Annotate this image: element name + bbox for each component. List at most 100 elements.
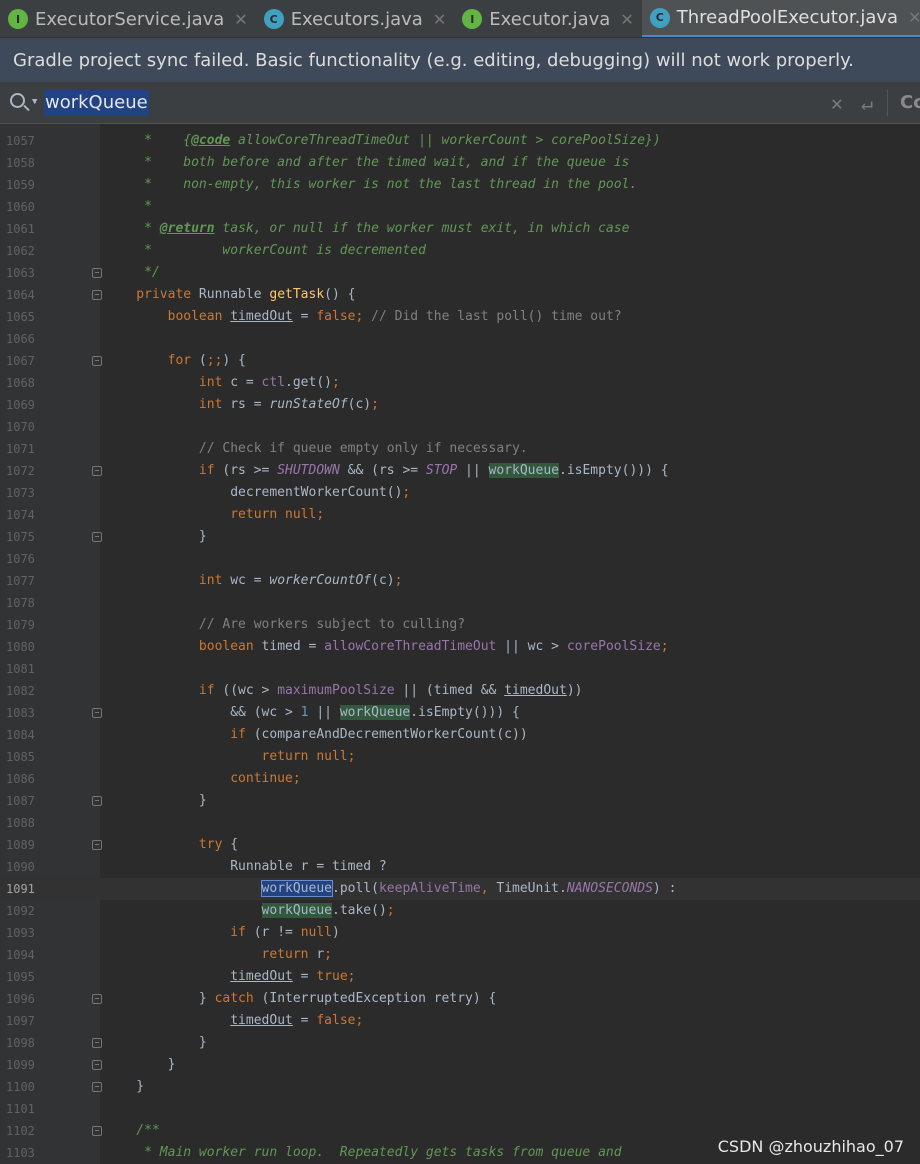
code-line[interactable]: 1088 [0,812,920,834]
code-line[interactable]: 1094 return r; [0,944,920,966]
code-text: } [105,1054,176,1076]
tab-executors[interactable]: C Executors.java ✕ [256,0,455,37]
fold-icon[interactable] [92,994,102,1004]
fold-icon[interactable] [92,356,102,366]
code-token: STOP [425,463,458,478]
code-line[interactable]: 1092 workQueue.take(); [0,900,920,922]
search-input[interactable]: workQueue [44,89,149,116]
code-token: runStateOf [269,397,348,412]
code-line[interactable]: 1079 // Are workers subject to culling? [0,614,920,636]
fold-icon[interactable] [92,708,102,718]
code-line[interactable]: 1057 * {@code allowCoreThreadTimeOut || … [0,130,920,152]
code-line[interactable]: 1063 */ [0,262,920,284]
code-line[interactable]: 1097 timedOut = false; [0,1010,920,1032]
code-token: /** [105,1123,160,1138]
code-text: boolean timedOut = false; // Did the las… [105,306,622,328]
code-line[interactable]: 1101 [0,1098,920,1120]
code-text: try { [105,834,238,856]
code-line[interactable]: 1091 workQueue.poll(keepAliveTime, TimeU… [0,878,920,900]
code-token: ; [332,375,340,390]
code-token: allowCoreThreadTimeOut [324,639,497,654]
tab-executorservice[interactable]: I ExecutorService.java ✕ [0,0,256,37]
code-line[interactable]: 1072 if (rs >= SHUTDOWN && (rs >= STOP |… [0,460,920,482]
code-token: )) [566,683,583,698]
code-line[interactable]: 1071 // Check if queue empty only if nec… [0,438,920,460]
close-tab-icon[interactable]: ✕ [908,8,920,27]
code-line[interactable]: 1067 for (;;) { [0,350,920,372]
fold-icon[interactable] [92,1082,102,1092]
code-line[interactable]: 1080 boolean timed = allowCoreThreadTime… [0,636,920,658]
line-number: 1098 [6,1036,35,1050]
code-line[interactable]: 1078 [0,592,920,614]
search-icon[interactable]: ▼ [10,91,44,115]
fold-icon[interactable] [92,796,102,806]
tab-threadpoolexecutor[interactable]: C ThreadPoolExecutor.java ✕ [641,0,920,37]
match-case-toggle[interactable]: Cc [900,92,920,113]
fold-icon[interactable] [92,1060,102,1070]
code-line[interactable]: 1062 * workerCount is decremented [0,240,920,262]
line-number: 1090 [6,860,35,874]
new-line-icon[interactable]: ↵ [861,91,873,115]
code-line[interactable]: 1095 timedOut = true; [0,966,920,988]
code-line[interactable]: 1100 } [0,1076,920,1098]
code-line[interactable]: 1086 continue; [0,768,920,790]
code-line[interactable]: 1068 int c = ctl.get(); [0,372,920,394]
code-line[interactable]: 1081 [0,658,920,680]
code-line[interactable]: 1096 } catch (InterruptedException retry… [0,988,920,1010]
code-line[interactable]: 1085 return null; [0,746,920,768]
code-token: getTask [269,287,325,302]
code-line[interactable]: 1093 if (r != null) [0,922,920,944]
code-token: || [457,463,489,478]
code-token: timedOut [504,683,567,698]
code-line[interactable]: 1069 int rs = runStateOf(c); [0,394,920,416]
code-line[interactable]: 1060 * [0,196,920,218]
fold-icon[interactable] [92,268,102,278]
code-line[interactable]: 1065 boolean timedOut = false; // Did th… [0,306,920,328]
fold-icon[interactable] [92,532,102,542]
code-text: * non-empty, this worker is not the last… [105,174,637,196]
code-token: || wc > [496,639,567,654]
code-line[interactable]: 1070 [0,416,920,438]
code-editor[interactable]: 1057 * {@code allowCoreThreadTimeOut || … [0,124,920,1164]
line-number: 1061 [6,222,35,236]
code-line[interactable]: 1074 return null; [0,504,920,526]
search-match: workQueue [260,880,334,897]
code-line[interactable]: 1075 } [0,526,920,548]
code-line[interactable]: 1087 } [0,790,920,812]
code-line[interactable]: 1066 [0,328,920,350]
code-line[interactable]: 1076 [0,548,920,570]
code-text: } catch (InterruptedException retry) { [105,988,496,1010]
tab-executor[interactable]: I Executor.java ✕ [454,0,642,37]
clear-search-icon[interactable]: ✕ [831,91,843,115]
close-tab-icon[interactable]: ✕ [620,10,633,29]
close-tab-icon[interactable]: ✕ [433,10,446,29]
fold-icon[interactable] [92,1126,102,1136]
fold-icon[interactable] [92,290,102,300]
code-token: @return [159,221,215,236]
fold-icon[interactable] [92,840,102,850]
code-line[interactable]: 1098 } [0,1032,920,1054]
code-line[interactable]: 1089 try { [0,834,920,856]
fold-icon[interactable] [92,1038,102,1048]
code-line[interactable]: 1058 * both before and after the timed w… [0,152,920,174]
code-line[interactable]: 1082 if ((wc > maximumPoolSize || (timed… [0,680,920,702]
code-token: ; [660,639,669,654]
code-line[interactable]: 1099 } [0,1054,920,1076]
line-number: 1069 [6,398,35,412]
line-number: 1083 [6,706,35,720]
code-line[interactable]: 1090 Runnable r = timed ? [0,856,920,878]
code-line[interactable]: 1061 * @return task, or null if the work… [0,218,920,240]
code-text: // Are workers subject to culling? [105,614,465,636]
code-token: Runnable [198,287,270,302]
line-number: 1077 [6,574,35,588]
code-line[interactable]: 1064 private Runnable getTask() { [0,284,920,306]
code-line[interactable]: 1083 && (wc > 1 || workQueue.isEmpty()))… [0,702,920,724]
code-line[interactable]: 1059 * non-empty, this worker is not the… [0,174,920,196]
tab-label: ThreadPoolExecutor.java [676,7,899,28]
fold-icon[interactable] [92,466,102,476]
close-tab-icon[interactable]: ✕ [234,10,247,29]
search-match: workQueue [261,903,332,918]
code-line[interactable]: 1073 decrementWorkerCount(); [0,482,920,504]
code-line[interactable]: 1084 if (compareAndDecrementWorkerCount(… [0,724,920,746]
code-line[interactable]: 1077 int wc = workerCountOf(c); [0,570,920,592]
